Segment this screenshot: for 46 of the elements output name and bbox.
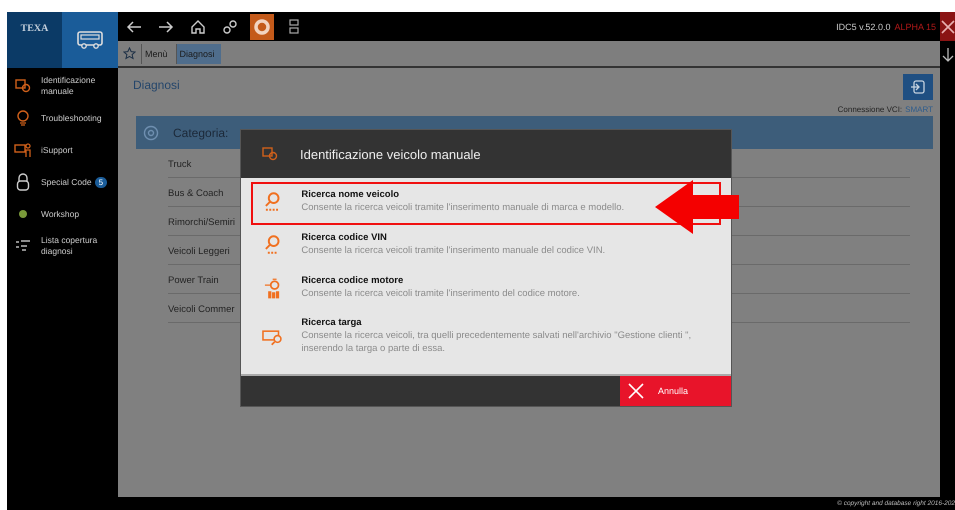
close-button[interactable] xyxy=(940,12,955,41)
search-option[interactable]: Ricerca nome veicolo Consente la ricerca veicoli tramite l'inserimento manuale di marca e modello. xyxy=(251,182,721,225)
option-title: Ricerca targa xyxy=(301,317,363,328)
computer-person-icon xyxy=(14,141,32,160)
sidebar-item[interactable]: Special Code 5 xyxy=(7,168,118,196)
option-description: Consente la ricerca veicoli, tra quelli precedentemente salvati nell'archivio "Gestione clienti ", inserendo la targa o parte di essa. xyxy=(301,330,692,356)
version-text: IDC5 v.52.0.0 xyxy=(836,22,890,32)
search-option[interactable]: Ricerca codice VIN Consente la ricerca veicoli tramite l'inserimento manuale del codice VIN. xyxy=(251,224,721,268)
sidebar-item[interactable]: iSupport xyxy=(7,136,118,164)
vci-value: SMART xyxy=(905,105,933,114)
download-icon[interactable] xyxy=(942,47,954,63)
texa-logo: TEXA xyxy=(7,12,62,68)
dot-icon xyxy=(19,210,27,218)
build-tag: ALPHA 15 xyxy=(894,22,936,32)
home-icon xyxy=(189,18,207,36)
option-title: Ricerca codice motore xyxy=(301,274,404,286)
sidebar-item[interactable]: Lista copertura diagnosi xyxy=(7,232,118,260)
lifebuoy-icon xyxy=(253,18,271,36)
settings-icon xyxy=(221,18,239,36)
sidebar-item[interactable]: Troubleshooting xyxy=(7,104,118,132)
exit-button[interactable] xyxy=(903,74,933,100)
close-icon xyxy=(940,20,954,34)
close-icon xyxy=(628,383,644,400)
bus-icon xyxy=(76,30,104,50)
sidebar-item[interactable]: Identificazione manuale xyxy=(7,72,118,100)
category-title: Categoria: xyxy=(173,126,228,140)
help-button[interactable] xyxy=(250,14,274,40)
steering-wheel-icon xyxy=(143,124,159,140)
vci-label: Connessione VCI: xyxy=(838,105,902,114)
search-option[interactable]: Ricerca targa Consente la ricerca veicoli, tra quelli precedentemente salvati nell'archivio "Gestione clienti ", inserendo la targa o parte di essa. xyxy=(251,310,721,366)
exit-icon xyxy=(910,79,926,95)
page-title: Diagnosi xyxy=(133,78,180,94)
favorite-star-icon[interactable] xyxy=(123,47,136,60)
option-title: Ricerca codice VIN xyxy=(301,232,388,243)
vehicle-icon xyxy=(261,145,279,163)
option-description: Consente la ricerca veicoli tramite l'inserimento manuale di marca e modello. xyxy=(301,202,626,215)
search-option[interactable]: Ricerca codice motore Consente la ricerca veicoli tramite l'inserimento del codice motore. xyxy=(251,268,721,310)
padlock-icon xyxy=(14,173,32,192)
sidebar-item[interactable]: Workshop xyxy=(7,200,118,228)
option-description: Consente la ricerca veicoli tramite l'inserimento del codice motore. xyxy=(301,288,581,300)
bus-button[interactable] xyxy=(62,12,118,68)
cancel-button[interactable]: Annulla xyxy=(620,376,731,406)
dialog-title: Identificazione veicolo manuale xyxy=(300,146,481,162)
count-badge: 5 xyxy=(94,176,108,188)
option-description: Consente la ricerca veicoli tramite l'inserimento manuale del codice VIN. xyxy=(301,244,606,258)
option-title: Ricerca nome veicolo xyxy=(301,189,400,200)
